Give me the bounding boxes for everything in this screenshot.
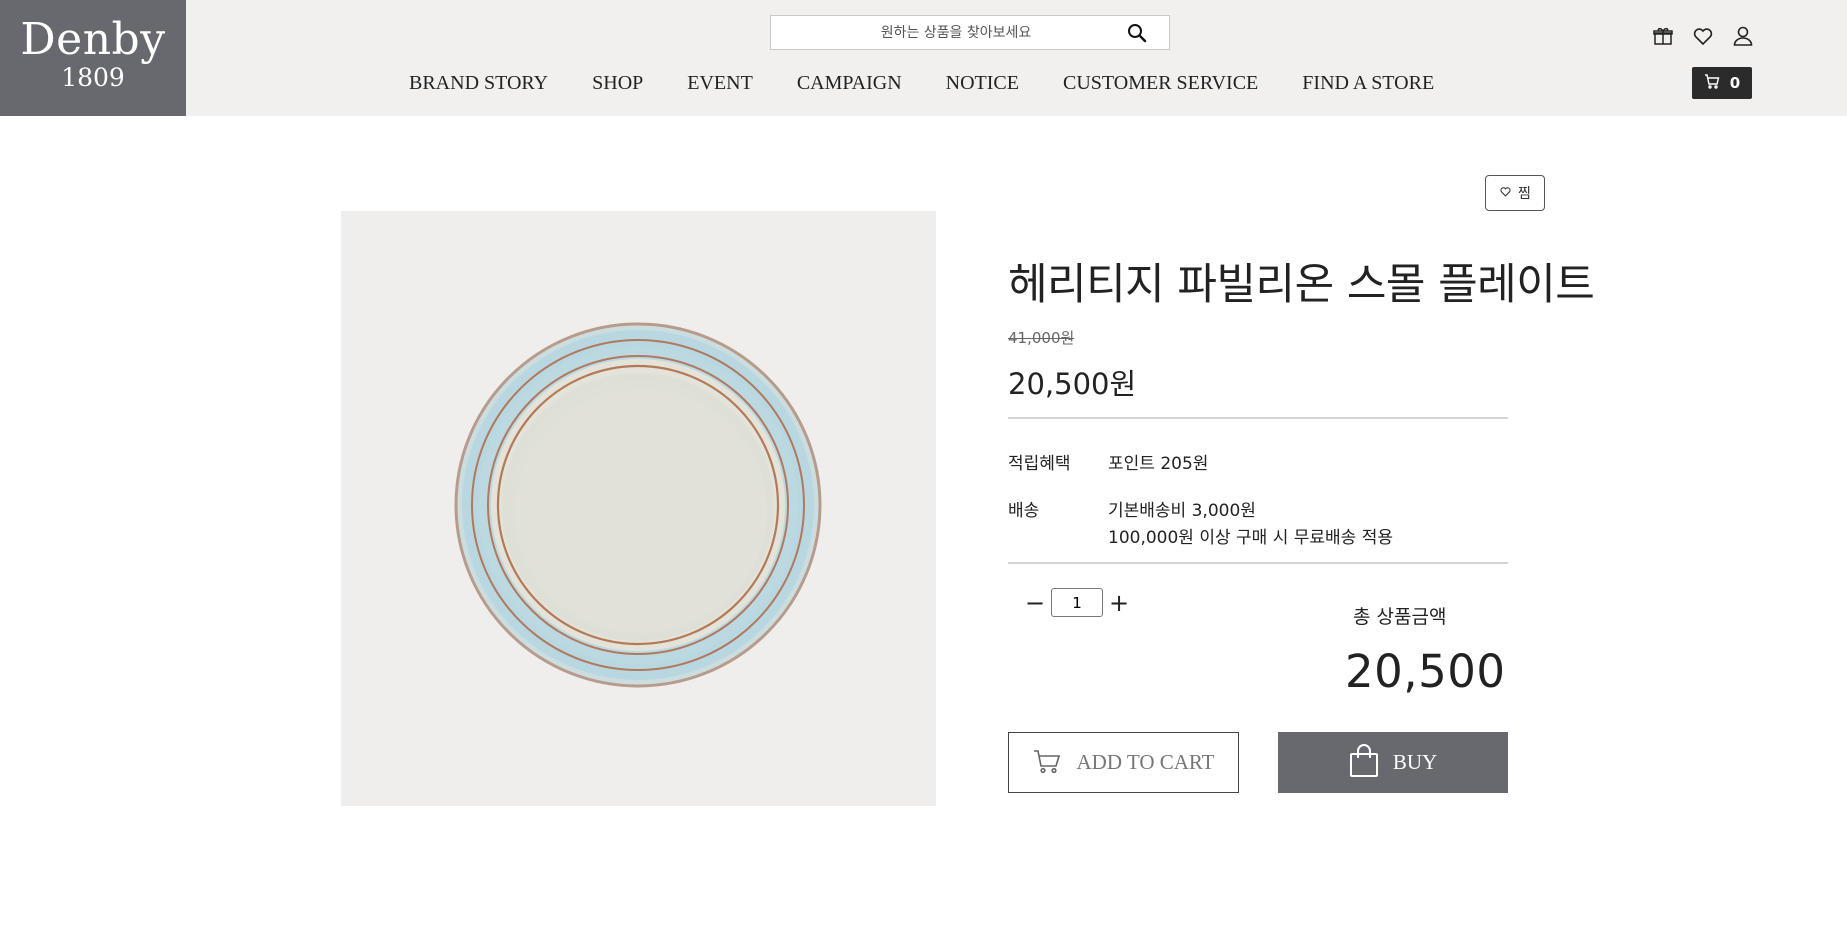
brand-logo[interactable]: Denby 1809 <box>0 0 186 116</box>
nav-brand-story[interactable]: BRAND STORY <box>409 70 548 96</box>
buy-label: BUY <box>1392 750 1438 774</box>
total-value: 20,500 <box>1345 645 1506 698</box>
shipping-label: 배송 <box>1008 501 1040 521</box>
quantity-input[interactable] <box>1051 588 1103 617</box>
buy-button[interactable]: BUY <box>1278 732 1508 793</box>
cart-button[interactable]: 0 <box>1692 67 1752 99</box>
heart-icon <box>1499 185 1512 202</box>
shopping-bag-icon <box>1349 743 1379 782</box>
divider <box>1008 562 1508 564</box>
points-value: 포인트 205원 <box>1108 454 1209 474</box>
plate-image <box>454 322 822 688</box>
gift-icon[interactable] <box>1651 24 1675 48</box>
nav-notice[interactable]: NOTICE <box>946 70 1019 96</box>
cart-icon <box>1704 73 1720 93</box>
total-label: 총 상품금액 <box>1353 606 1447 628</box>
quantity-increase-button[interactable]: + <box>1109 589 1129 617</box>
search-bar <box>770 15 1170 50</box>
brand-year: 1809 <box>61 63 125 92</box>
add-to-cart-button[interactable]: ADD TO CART <box>1008 732 1239 793</box>
shipping-free-condition: 100,000원 이상 구매 시 무료배송 적용 <box>1108 528 1393 548</box>
product-image <box>341 211 936 806</box>
quantity-stepper: − + <box>1025 588 1129 617</box>
cart-count: 0 <box>1729 74 1741 92</box>
quantity-decrease-button[interactable]: − <box>1025 589 1045 617</box>
heart-icon[interactable] <box>1691 24 1715 48</box>
search-input[interactable] <box>771 16 1121 49</box>
nav-find-a-store[interactable]: FIND A STORE <box>1302 70 1434 96</box>
nav-customer-service[interactable]: CUSTOMER SERVICE <box>1063 70 1258 96</box>
search-icon[interactable] <box>1127 23 1147 43</box>
brand-name: Denby <box>20 14 166 65</box>
user-icon[interactable] <box>1731 24 1755 48</box>
add-to-cart-label: ADD TO CART <box>1076 750 1215 774</box>
wishlist-label: 찜 <box>1518 186 1531 202</box>
points-label: 적립혜택 <box>1008 454 1071 474</box>
original-price: 41,000원 <box>1008 329 1075 347</box>
product-title: 헤리티지 파빌리온 스몰 플레이트 <box>1008 260 1595 310</box>
nav-event[interactable]: EVENT <box>687 70 753 96</box>
shipping-fee: 기본배송비 3,000원 <box>1108 501 1256 521</box>
sale-price: 20,500원 <box>1008 367 1137 401</box>
cart-icon <box>1033 748 1061 778</box>
nav-shop[interactable]: SHOP <box>592 70 643 96</box>
wishlist-button[interactable]: 찜 <box>1485 175 1545 211</box>
main-nav: BRAND STORY SHOP EVENT CAMPAIGN NOTICE C… <box>409 70 1434 96</box>
utility-icons <box>1651 24 1755 48</box>
divider <box>1008 417 1508 419</box>
site-header: Denby 1809 BRAND STORY SHOP EVENT CAMPAI… <box>0 0 1847 116</box>
nav-campaign[interactable]: CAMPAIGN <box>797 70 902 96</box>
